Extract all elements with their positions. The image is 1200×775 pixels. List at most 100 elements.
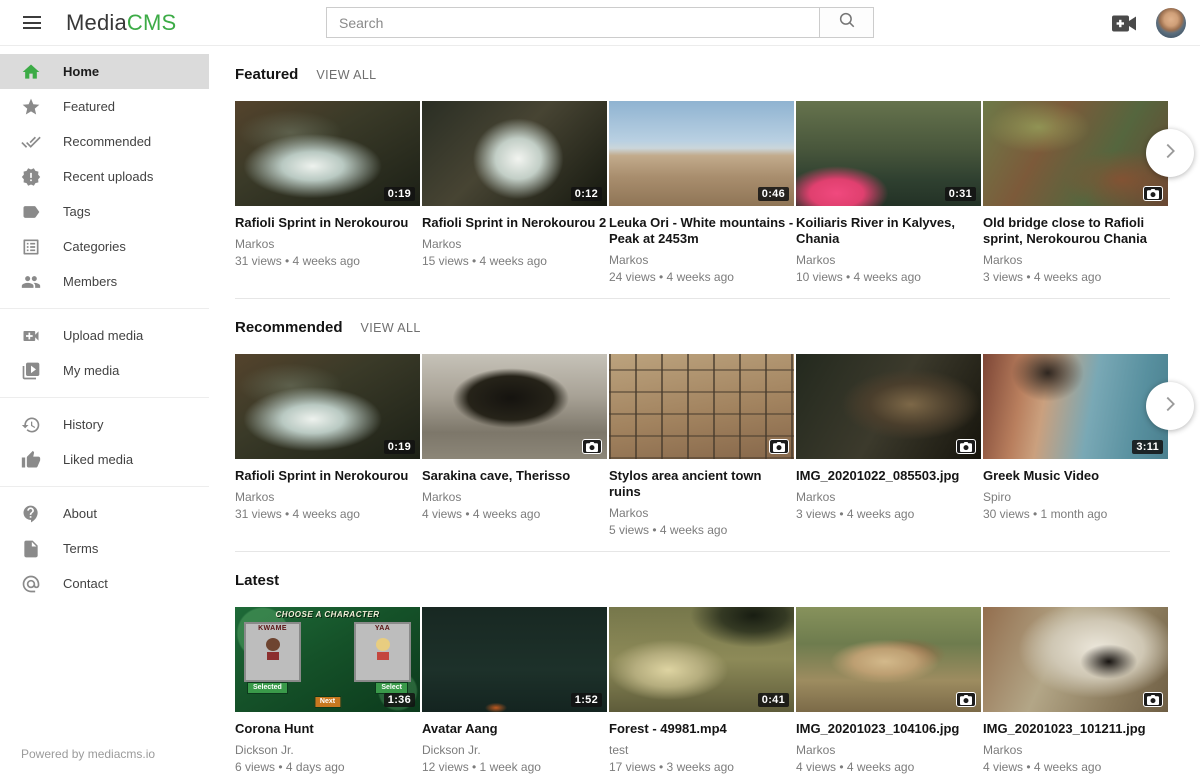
media-card[interactable]: IMG_20201023_101211.jpg Markos 4 views •…: [983, 607, 1168, 774]
media-thumbnail[interactable]: 0:19: [235, 354, 420, 459]
sidebar-item-categories[interactable]: Categories: [0, 229, 209, 264]
media-title[interactable]: Sarakina cave, Therisso: [422, 468, 607, 484]
media-title[interactable]: Rafioli Sprint in Nerokourou: [235, 215, 420, 231]
media-thumbnail[interactable]: 3:11: [983, 354, 1168, 459]
media-card[interactable]: IMG_20201023_104106.jpg Markos 4 views •…: [796, 607, 981, 774]
search-button[interactable]: [819, 7, 874, 38]
view-all-link[interactable]: VIEW ALL: [316, 68, 376, 82]
sidebar-item-home[interactable]: Home: [0, 54, 209, 89]
media-thumbnail[interactable]: [609, 354, 794, 459]
card-row: CHOOSE A CHARACTER KWAME YAA Selected Ne…: [235, 607, 1170, 774]
media-author[interactable]: Markos: [796, 253, 981, 267]
sidebar-item-liked-media[interactable]: Liked media: [0, 442, 209, 477]
upload-media-icon[interactable]: [1112, 15, 1136, 32]
media-author[interactable]: Dickson Jr.: [235, 743, 420, 757]
media-thumbnail[interactable]: [796, 607, 981, 712]
media-title[interactable]: Rafioli Sprint in Nerokourou 2: [422, 215, 607, 231]
media-thumbnail[interactable]: CHOOSE A CHARACTER KWAME YAA Selected Ne…: [235, 607, 420, 712]
app-logo[interactable]: MediaCMS: [66, 10, 176, 36]
media-author[interactable]: Markos: [235, 237, 420, 251]
media-thumbnail[interactable]: [983, 101, 1168, 206]
search-input[interactable]: [326, 7, 819, 38]
media-author[interactable]: Markos: [609, 506, 794, 520]
media-title[interactable]: Avatar Aang: [422, 721, 607, 737]
game-selected-button: Selected: [247, 682, 288, 694]
media-author[interactable]: Dickson Jr.: [422, 743, 607, 757]
star-icon: [21, 97, 41, 117]
carousel-next-button[interactable]: [1146, 129, 1194, 177]
media-author[interactable]: test: [609, 743, 794, 757]
media-card[interactable]: Stylos area ancient town ruins Markos 5 …: [609, 354, 794, 537]
sidebar-item-recommended[interactable]: Recommended: [0, 124, 209, 159]
user-avatar[interactable]: [1156, 8, 1186, 38]
media-card[interactable]: 0:41 Forest - 49981.mp4 test 17 views • …: [609, 607, 794, 774]
media-card[interactable]: CHOOSE A CHARACTER KWAME YAA Selected Ne…: [235, 607, 420, 774]
view-all-link[interactable]: VIEW ALL: [361, 321, 421, 335]
media-title[interactable]: IMG_20201023_101211.jpg: [983, 721, 1168, 737]
media-title[interactable]: Forest - 49981.mp4: [609, 721, 794, 737]
media-thumbnail[interactable]: 0:46: [609, 101, 794, 206]
game-character-left: KWAME: [244, 622, 301, 682]
media-title[interactable]: IMG_20201023_104106.jpg: [796, 721, 981, 737]
sidebar-item-my-media[interactable]: My media: [0, 353, 209, 388]
media-thumbnail[interactable]: 0:31: [796, 101, 981, 206]
media-card[interactable]: 3:11 Greek Music Video Spiro 30 views • …: [983, 354, 1168, 537]
sidebar-item-upload-media[interactable]: Upload media: [0, 318, 209, 353]
sidebar-item-label: Members: [63, 274, 117, 289]
media-meta: 3 views • 4 weeks ago: [983, 270, 1168, 284]
media-card[interactable]: 0:31 Koiliaris River in Kalyves, Chania …: [796, 101, 981, 284]
media-meta: 17 views • 3 weeks ago: [609, 760, 794, 774]
sidebar-item-tags[interactable]: Tags: [0, 194, 209, 229]
sidebar-item-members[interactable]: Members: [0, 264, 209, 299]
sidebar-item-recent-uploads[interactable]: Recent uploads: [0, 159, 209, 194]
media-thumbnail[interactable]: [983, 607, 1168, 712]
sidebar-item-about[interactable]: About: [0, 496, 209, 531]
media-title[interactable]: Leuka Ori - White mountains - Peak at 24…: [609, 215, 794, 247]
contact-icon: [21, 574, 41, 594]
media-title[interactable]: Rafioli Sprint in Nerokourou: [235, 468, 420, 484]
media-thumbnail[interactable]: 1:52: [422, 607, 607, 712]
game-character-right: YAA: [354, 622, 411, 682]
carousel-next-button[interactable]: [1146, 382, 1194, 430]
media-card[interactable]: 0:19 Rafioli Sprint in Nerokourou Markos…: [235, 354, 420, 537]
sidebar-item-terms[interactable]: Terms: [0, 531, 209, 566]
media-card[interactable]: IMG_20201022_085503.jpg Markos 3 views •…: [796, 354, 981, 537]
media-thumbnail[interactable]: 0:41: [609, 607, 794, 712]
section-title: Latest: [235, 572, 279, 589]
media-meta: 10 views • 4 weeks ago: [796, 270, 981, 284]
media-title[interactable]: Stylos area ancient town ruins: [609, 468, 794, 500]
media-thumbnail[interactable]: 0:19: [235, 101, 420, 206]
media-thumbnail[interactable]: [422, 354, 607, 459]
media-author[interactable]: Markos: [422, 237, 607, 251]
media-author[interactable]: Markos: [983, 253, 1168, 267]
media-card[interactable]: 1:52 Avatar Aang Dickson Jr. 12 views • …: [422, 607, 607, 774]
sidebar-item-label: Recommended: [63, 134, 151, 149]
media-thumbnail[interactable]: 0:12: [422, 101, 607, 206]
sidebar-divider: [0, 486, 209, 487]
media-title[interactable]: Corona Hunt: [235, 721, 420, 737]
powered-by-text: Powered by mediacms.io: [21, 747, 155, 761]
media-card[interactable]: 0:19 Rafioli Sprint in Nerokourou Markos…: [235, 101, 420, 284]
media-author[interactable]: Markos: [235, 490, 420, 504]
media-card[interactable]: 0:46 Leuka Ori - White mountains - Peak …: [609, 101, 794, 284]
sidebar-item-history[interactable]: History: [0, 407, 209, 442]
sidebar-item-contact[interactable]: Contact: [0, 566, 209, 601]
sidebar-item-featured[interactable]: Featured: [0, 89, 209, 124]
media-title[interactable]: IMG_20201022_085503.jpg: [796, 468, 981, 484]
media-author[interactable]: Markos: [796, 743, 981, 757]
character-sprite: [375, 638, 391, 660]
media-author[interactable]: Markos: [422, 490, 607, 504]
media-card[interactable]: Old bridge close to Rafioli sprint, Nero…: [983, 101, 1168, 284]
media-author[interactable]: Markos: [609, 253, 794, 267]
menu-icon[interactable]: [12, 7, 52, 39]
media-title[interactable]: Koiliaris River in Kalyves, Chania: [796, 215, 981, 247]
search-icon: [838, 11, 856, 34]
media-title[interactable]: Old bridge close to Rafioli sprint, Nero…: [983, 215, 1168, 247]
media-author[interactable]: Markos: [796, 490, 981, 504]
media-title[interactable]: Greek Music Video: [983, 468, 1168, 484]
media-thumbnail[interactable]: [796, 354, 981, 459]
media-card[interactable]: 0:12 Rafioli Sprint in Nerokourou 2 Mark…: [422, 101, 607, 284]
media-author[interactable]: Spiro: [983, 490, 1168, 504]
media-card[interactable]: Sarakina cave, Therisso Markos 4 views •…: [422, 354, 607, 537]
media-author[interactable]: Markos: [983, 743, 1168, 757]
